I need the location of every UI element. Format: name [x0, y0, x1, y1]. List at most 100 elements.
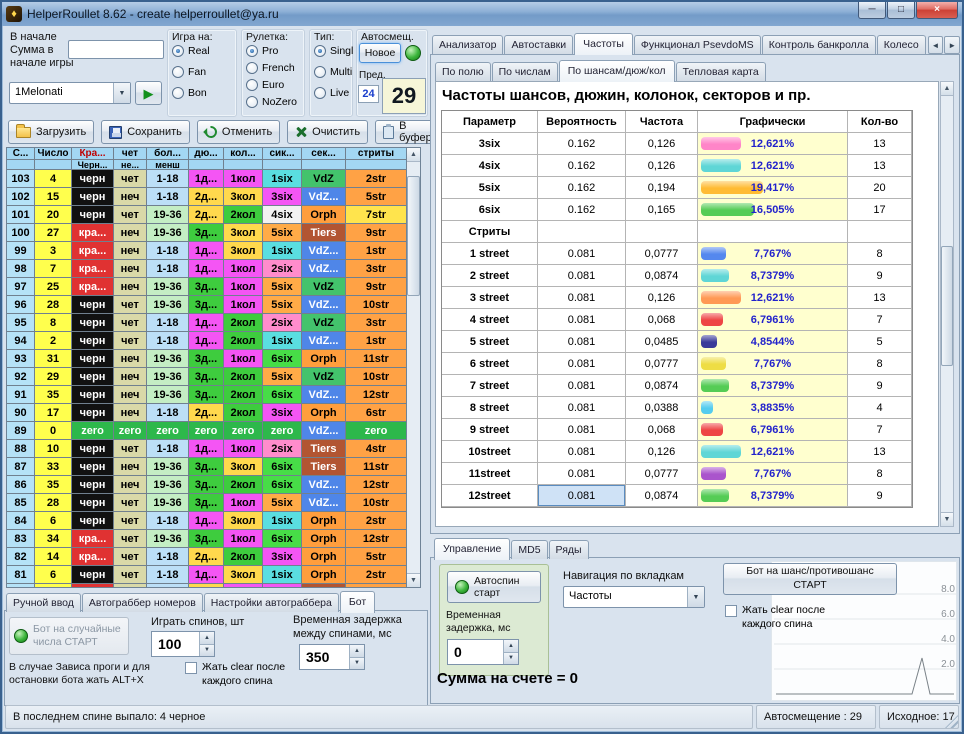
radio-euro[interactable]: Euro: [246, 79, 284, 91]
freq-cell-count[interactable]: 9: [848, 265, 912, 287]
load-button[interactable]: Загрузить: [8, 120, 94, 144]
freq-cell-freq[interactable]: 0,068: [626, 309, 698, 331]
spin-up-icon[interactable]: ▲: [504, 640, 518, 652]
spin-delay-spinner[interactable]: 350 ▲▼: [299, 644, 365, 670]
spin-delay-value[interactable]: 350: [300, 645, 349, 669]
tab-navigation-combo[interactable]: Частоты ▼: [563, 586, 705, 608]
freq-cell-count[interactable]: 17: [848, 199, 912, 221]
bottom-right-tab-2[interactable]: MD5: [511, 540, 547, 559]
tab-scroll-right-icon[interactable]: ►: [944, 36, 960, 54]
freq-cell-prob[interactable]: 0.081: [538, 441, 626, 463]
freq-cell-freq[interactable]: 0,0874: [626, 485, 698, 507]
scroll-up-icon[interactable]: ▲: [407, 148, 420, 162]
freq-cell-count[interactable]: 7: [848, 309, 912, 331]
chevron-down-icon[interactable]: ▼: [687, 587, 704, 607]
main-tab-6[interactable]: Колесо: [877, 35, 926, 54]
history-scroll-thumb[interactable]: [407, 176, 420, 296]
freq-graph-cell[interactable]: 7,767%: [698, 353, 848, 375]
minimize-button[interactable]: ─: [858, 2, 886, 19]
freq-subtab-3[interactable]: По шансам/дюж/кол: [559, 60, 675, 82]
maximize-button[interactable]: □: [887, 2, 915, 19]
freq-graph-cell[interactable]: 12,621%: [698, 155, 848, 177]
save-button[interactable]: Сохранить: [101, 120, 190, 144]
freq-cell-param[interactable]: 3six: [442, 133, 538, 155]
freq-cell-freq[interactable]: 0,126: [626, 287, 698, 309]
spin-down-icon[interactable]: ▼: [504, 652, 518, 665]
radio-nozero[interactable]: NoZero: [246, 96, 297, 108]
main-tab-2[interactable]: Автоставки: [504, 35, 573, 54]
freq-cell-prob[interactable]: 0.081: [538, 265, 626, 287]
freq-cell-prob[interactable]: 0.081: [538, 353, 626, 375]
freq-graph-cell[interactable]: 8,7379%: [698, 485, 848, 507]
freq-cell-freq[interactable]: 0,0777: [626, 353, 698, 375]
freq-graph-cell[interactable]: 19,417%: [698, 177, 848, 199]
freq-cell-freq[interactable]: 0,0388: [626, 397, 698, 419]
radio-pro[interactable]: Pro: [246, 45, 278, 57]
freq-graph-cell[interactable]: 7,767%: [698, 463, 848, 485]
freq-cell-count[interactable]: 4: [848, 397, 912, 419]
frequencies-scrollbar[interactable]: ▲ ▼: [940, 81, 954, 527]
freq-cell-param[interactable]: 4 street: [442, 309, 538, 331]
clear-after-spin-checkbox-2[interactable]: Жать clear после каждого спина: [725, 604, 831, 631]
clear-button[interactable]: Очистить: [287, 120, 368, 144]
close-button[interactable]: ×: [916, 2, 958, 19]
clear-after-spin-checkbox[interactable]: Жать clear после каждого спина: [185, 661, 297, 688]
delay-ms-spinner[interactable]: 0 ▲▼: [447, 639, 519, 665]
freq-subtab-4[interactable]: Тепловая карта: [676, 62, 766, 81]
undo-button[interactable]: Отменить: [197, 120, 280, 144]
spin-up-icon[interactable]: ▲: [200, 632, 214, 644]
freq-cell-prob[interactable]: 0.162: [538, 177, 626, 199]
freq-graph-cell[interactable]: 6,7961%: [698, 309, 848, 331]
bottom-left-tab-1[interactable]: Ручной ввод: [6, 593, 81, 612]
freq-cell-param[interactable]: 5six: [442, 177, 538, 199]
frequencies-scroll-track[interactable]: [941, 96, 953, 512]
freq-cell-count[interactable]: 7: [848, 419, 912, 441]
freq-cell-count[interactable]: 13: [848, 133, 912, 155]
history-scrollbar[interactable]: ▲ ▼: [406, 148, 420, 587]
freq-subtab-2[interactable]: По числам: [492, 62, 558, 81]
start-sum-input[interactable]: [68, 40, 164, 59]
freq-cell-count[interactable]: 8: [848, 353, 912, 375]
freq-cell-prob[interactable]: 0.081: [538, 243, 626, 265]
freq-cell-count[interactable]: 20: [848, 177, 912, 199]
freq-cell-freq[interactable]: 0,0777: [626, 463, 698, 485]
bottom-right-tab-3[interactable]: Ряды: [549, 540, 589, 559]
freq-cell-prob[interactable]: 0.081: [538, 375, 626, 397]
freq-cell-freq[interactable]: 0,165: [626, 199, 698, 221]
freq-graph-cell[interactable]: 12,621%: [698, 287, 848, 309]
freq-cell-freq[interactable]: 0,0485: [626, 331, 698, 353]
freq-cell-count[interactable]: 9: [848, 375, 912, 397]
freq-graph-cell[interactable]: 4,8544%: [698, 331, 848, 353]
freq-cell-param[interactable]: 6 street: [442, 353, 538, 375]
freq-cell-param[interactable]: 5 street: [442, 331, 538, 353]
checkbox-box[interactable]: [185, 662, 197, 674]
radio-multi[interactable]: Multi: [314, 66, 352, 78]
main-tab-4[interactable]: Функционал PsevdoMS: [634, 35, 761, 54]
bottom-left-tab-4[interactable]: Бот: [340, 591, 375, 613]
freq-subtab-1[interactable]: По полю: [435, 62, 491, 81]
freq-cell-prob[interactable]: 0.081: [538, 485, 626, 507]
autospin-start-button[interactable]: Автоспин старт: [447, 571, 541, 603]
freq-graph-cell[interactable]: 6,7961%: [698, 419, 848, 441]
freq-cell-prob[interactable]: 0.081: [538, 397, 626, 419]
freq-cell-count[interactable]: 8: [848, 243, 912, 265]
tab-scroll-left-icon[interactable]: ◄: [928, 36, 944, 54]
freq-cell-prob[interactable]: 0.081: [538, 287, 626, 309]
frequencies-scroll-thumb[interactable]: [941, 246, 953, 366]
freq-cell-freq[interactable]: 0,0874: [626, 375, 698, 397]
history-scroll-track[interactable]: [407, 162, 420, 573]
freq-cell-param[interactable]: 7 street: [442, 375, 538, 397]
freq-cell-prob[interactable]: 0.081: [538, 463, 626, 485]
radio-fan[interactable]: Fan: [172, 66, 206, 78]
titlebar[interactable]: ♦ HelperRoullet 8.62 - create helperroul…: [2, 2, 962, 26]
spin-up-icon[interactable]: ▲: [350, 645, 364, 657]
main-tab-3[interactable]: Частоты: [574, 33, 633, 55]
freq-graph-cell[interactable]: 3,8835%: [698, 397, 848, 419]
delay-ms-value[interactable]: 0: [448, 640, 503, 664]
freq-cell-param[interactable]: 10street: [442, 441, 538, 463]
radio-singl[interactable]: Singl: [314, 45, 353, 57]
freq-cell-prob[interactable]: 0.162: [538, 155, 626, 177]
freq-cell-freq[interactable]: 0,194: [626, 177, 698, 199]
freq-cell-prob[interactable]: 0.162: [538, 133, 626, 155]
freq-cell-param[interactable]: 3 street: [442, 287, 538, 309]
